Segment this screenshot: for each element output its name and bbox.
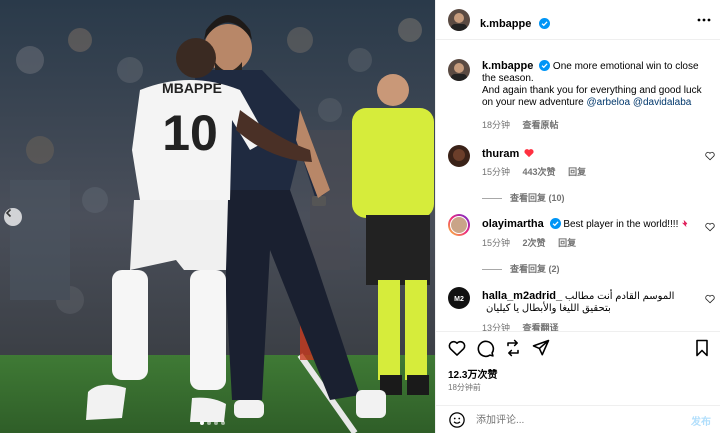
carousel-dots — [200, 421, 225, 425]
carousel-dot — [214, 421, 218, 425]
more-icon[interactable] — [697, 13, 711, 27]
photo-illustration: MBAPPE 10 — [0, 0, 435, 433]
comment-username[interactable]: thuram — [482, 148, 519, 160]
comment-time: 13分钟 — [482, 323, 511, 331]
post-time: 18分钟前 — [448, 383, 481, 392]
verified-icon — [538, 18, 550, 29]
author-name-wrap: k.mbappe — [480, 14, 550, 32]
caption-mention[interactable]: @arbeloa — [587, 97, 631, 108]
reply-button[interactable]: 回复 — [568, 167, 586, 177]
caption-avatar[interactable] — [448, 59, 470, 81]
like-count[interactable]: 12.3万次赞 — [448, 366, 497, 381]
comment-time: 15分钟 — [482, 238, 511, 248]
comment-likes[interactable]: 443次赞 — [523, 167, 556, 177]
carousel-dot — [207, 421, 211, 425]
post-actions: 12.3万次赞 18分钟前 — [436, 331, 720, 405]
comment-input[interactable] — [476, 412, 676, 428]
caption-mention[interactable]: @davidalaba — [633, 97, 692, 108]
see-original-link[interactable]: 查看原帖 — [523, 120, 559, 130]
caption: k.mbappe One more emotional win to close… — [482, 60, 712, 109]
share-icon[interactable] — [503, 338, 523, 358]
comment-like-heart-icon[interactable] — [705, 222, 715, 232]
post-photo[interactable]: MBAPPE 10 — [0, 0, 435, 433]
comment-icon[interactable] — [475, 338, 495, 358]
view-replies-button[interactable]: 查看回复 (10) — [482, 191, 565, 204]
commenter-avatar[interactable] — [448, 145, 470, 167]
carousel-dot — [200, 421, 204, 425]
comment-like-heart-icon[interactable] — [705, 151, 715, 161]
comment-likes[interactable]: 2次赞 — [523, 238, 546, 248]
view-replies-button[interactable]: 查看回复 (2) — [482, 262, 560, 275]
comment-time: 15分钟 — [482, 167, 511, 177]
emoji-icon[interactable] — [448, 411, 466, 429]
comment-username[interactable]: olayimartha — [482, 218, 544, 230]
caption-time: 18分钟 — [482, 120, 511, 130]
comment-username[interactable]: halla_m2adrid_ — [482, 290, 562, 302]
verified-icon — [549, 218, 561, 229]
reply-button[interactable]: 回复 — [558, 238, 576, 248]
jersey-number: 10 — [162, 105, 218, 161]
comment-meta: 15分钟 443次赞 回复 — [482, 165, 586, 178]
send-icon[interactable] — [531, 338, 551, 358]
jersey-name: MBAPPE — [162, 80, 222, 96]
post-header: k.mbappe — [436, 0, 720, 40]
carousel-prev-icon — [5, 208, 12, 218]
comment-meta: 13分钟 查看翻译 — [482, 321, 559, 331]
comment-bar: 发布 — [436, 405, 720, 433]
comment-meta: 15分钟 2次赞 回复 — [482, 236, 576, 249]
carousel-prev-button[interactable] — [4, 208, 22, 226]
comment: olayimartha Best player in the world!!!! — [482, 218, 720, 231]
author-avatar[interactable] — [448, 9, 470, 31]
commenter-avatar[interactable]: M2 — [448, 287, 470, 309]
commenter-avatar[interactable] — [448, 214, 470, 236]
comment: thuram — [482, 148, 720, 161]
heart-emoji-icon — [524, 149, 534, 158]
post-side-panel: k.mbappe k.mbappe One more emotional win… — [435, 0, 720, 433]
heart-icon[interactable] — [447, 338, 467, 358]
verified-icon — [539, 60, 551, 71]
comment: halla_m2adrid_ الموسم القادم أنت مطالب ب… — [482, 290, 702, 315]
comments-list[interactable]: k.mbappe One more emotional win to close… — [436, 41, 720, 331]
author-username[interactable]: k.mbappe — [480, 18, 531, 30]
caption-username[interactable]: k.mbappe — [482, 60, 533, 72]
view-replies-label: 查看回复 (2) — [510, 264, 560, 274]
caption-meta: 18分钟 查看原帖 — [482, 118, 559, 131]
svg-text:M2: M2 — [454, 296, 464, 303]
bookmark-icon[interactable] — [693, 338, 711, 358]
post-comment-button[interactable]: 发布 — [691, 413, 711, 428]
pin-emoji-icon — [682, 219, 688, 228]
comment-text: Best player in the world!!!! — [563, 219, 679, 230]
view-replies-label: 查看回复 (10) — [510, 193, 565, 203]
carousel-dot — [221, 421, 225, 425]
comment-like-heart-icon[interactable] — [705, 294, 715, 304]
see-translation-button[interactable]: 查看翻译 — [523, 323, 559, 331]
